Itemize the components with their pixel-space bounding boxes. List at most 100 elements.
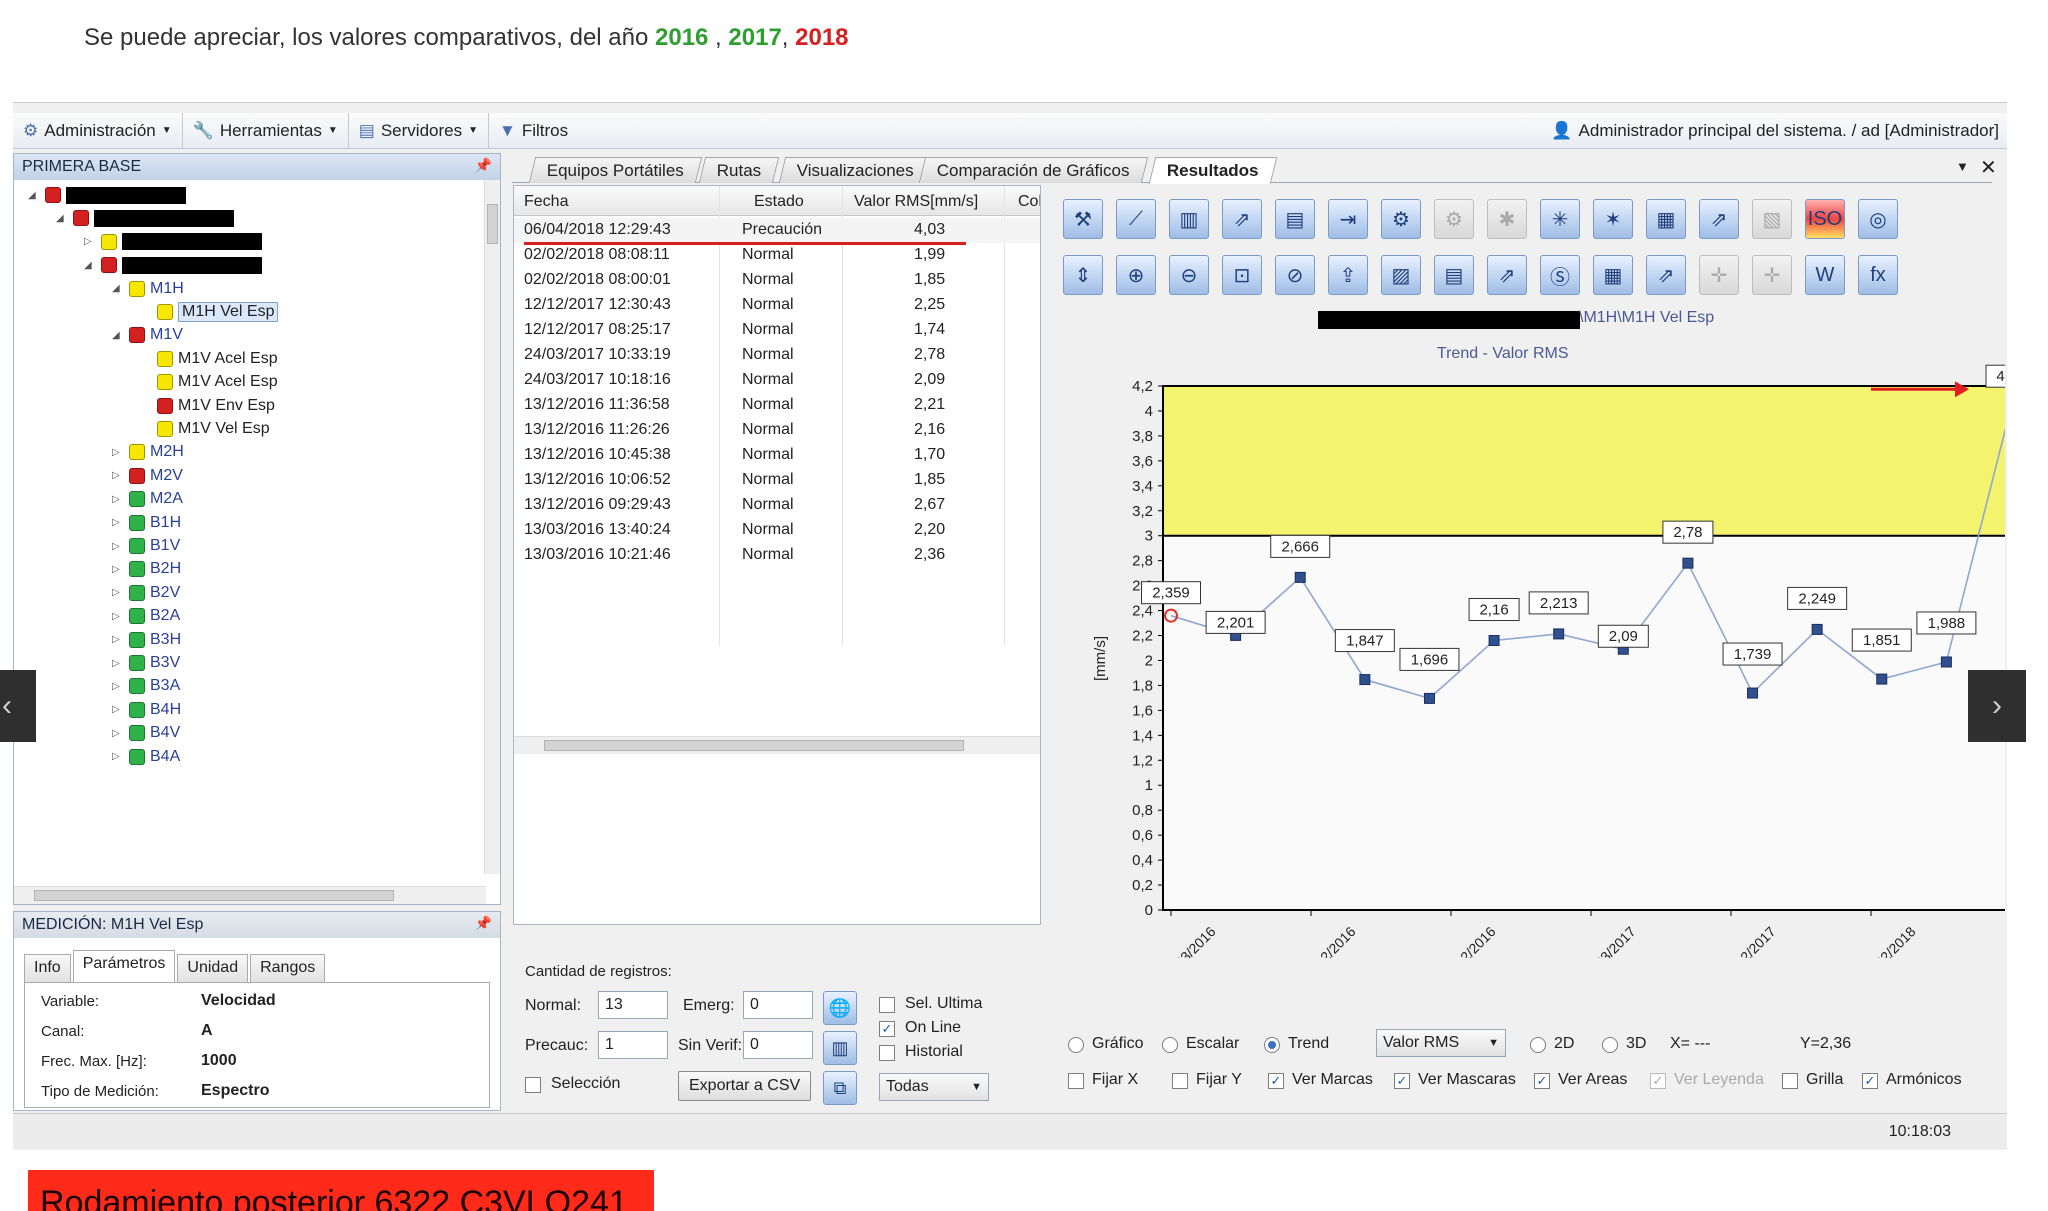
chart-tool-button[interactable]: ⇗ bbox=[1699, 199, 1739, 239]
tree-hscrollbar[interactable] bbox=[14, 886, 486, 904]
pin-icon[interactable]: 📌 bbox=[475, 915, 492, 932]
tree-node[interactable]: M1V Env Esp bbox=[140, 395, 275, 417]
chart-tool-button[interactable]: ⟋ bbox=[1116, 199, 1156, 239]
tree-node[interactable]: ▷ B4A bbox=[112, 746, 180, 768]
tree-node[interactable]: ▷ B3H bbox=[112, 629, 181, 651]
expand-arrow-icon[interactable]: ▷ bbox=[112, 751, 124, 762]
menu-filtros[interactable]: ▼ Filtros bbox=[489, 113, 578, 148]
table-row[interactable]: 24/03/2017 10:33:19 Normal 2,78 bbox=[514, 343, 1040, 368]
tree-node[interactable]: M1V Acel Esp bbox=[140, 371, 278, 393]
col-valor[interactable]: Valor RMS[mm/s] bbox=[854, 193, 978, 211]
2d-radio[interactable] bbox=[1530, 1037, 1546, 1053]
valor-rms-select[interactable]: Valor RMS ▼ bbox=[1376, 1029, 1506, 1057]
chart-tool-button[interactable]: ⇗ bbox=[1222, 199, 1262, 239]
table-row[interactable]: 06/04/2018 12:29:43 Precaución 4,03 bbox=[514, 218, 1040, 243]
expand-arrow-icon[interactable]: ▷ bbox=[112, 517, 124, 528]
expand-arrow-icon[interactable]: ▷ bbox=[112, 634, 124, 645]
expand-arrow-icon[interactable]: ▷ bbox=[112, 541, 124, 552]
globe-button[interactable]: 🌐 bbox=[823, 991, 857, 1025]
col-extra[interactable]: Col bbox=[1018, 193, 1040, 211]
col-estado[interactable]: Estado bbox=[754, 193, 804, 211]
expand-arrow-icon[interactable]: ▷ bbox=[112, 704, 124, 715]
tree-node[interactable]: ▷ B2A bbox=[112, 605, 180, 627]
emerg-count-field[interactable]: 0 bbox=[743, 991, 813, 1019]
tree-node[interactable]: M1H Vel Esp bbox=[140, 301, 279, 323]
chart-tool-button[interactable]: ⚙ bbox=[1434, 199, 1474, 239]
close-icon[interactable]: ✕ bbox=[1980, 155, 1997, 180]
chart-tool-button[interactable]: ⊡ bbox=[1222, 255, 1262, 295]
tab-rutas[interactable]: Rutas bbox=[698, 157, 780, 183]
chart-tool-button[interactable]: ISO bbox=[1805, 199, 1845, 239]
chart-tool-button[interactable]: Ⓢ bbox=[1540, 255, 1580, 295]
table-row[interactable]: 13/03/2016 13:40:24 Normal 2,20 bbox=[514, 518, 1040, 543]
chart-tool-button[interactable]: ✳ bbox=[1540, 199, 1580, 239]
scroll-thumb[interactable] bbox=[34, 890, 394, 901]
tab-equipos-port-tiles[interactable]: Equipos Portátiles bbox=[528, 157, 703, 183]
chart-tool-button[interactable]: ⚒ bbox=[1063, 199, 1103, 239]
historial-checkbox[interactable] bbox=[879, 1045, 895, 1061]
table-row[interactable]: 13/12/2016 09:29:43 Normal 2,67 bbox=[514, 493, 1040, 518]
chart-tool-button[interactable]: W bbox=[1805, 255, 1845, 295]
current-user[interactable]: 👤 Administrador principal del sistema. / … bbox=[1551, 121, 1999, 141]
chart-tool-button[interactable]: ▨ bbox=[1381, 255, 1421, 295]
grid-hscrollbar[interactable] bbox=[514, 736, 1040, 754]
chart-tool-button[interactable]: fx bbox=[1858, 255, 1898, 295]
3d-radio[interactable] bbox=[1602, 1037, 1618, 1053]
ver-mascaras-checkbox[interactable]: ✓ bbox=[1394, 1073, 1410, 1089]
tree-node[interactable]: ▷ M2H bbox=[112, 441, 184, 463]
data-point[interactable] bbox=[1682, 557, 1694, 569]
tree-node[interactable]: ▷B5H bbox=[112, 769, 181, 770]
seleccion-checkbox[interactable] bbox=[525, 1077, 541, 1093]
tree-node[interactable]: ▷ B2H bbox=[112, 558, 181, 580]
todas-select[interactable]: Todas ▼ bbox=[879, 1073, 989, 1101]
ver-areas-checkbox[interactable]: ✓ bbox=[1534, 1073, 1550, 1089]
expand-arrow-icon[interactable]: ▷ bbox=[112, 658, 124, 669]
next-slide-button[interactable]: › bbox=[1968, 670, 2026, 742]
collapse-arrow-icon[interactable]: ◢ bbox=[112, 283, 124, 294]
chart-tool-button[interactable]: ▤ bbox=[1434, 255, 1474, 295]
medicion-tab[interactable]: Rangos bbox=[250, 954, 326, 982]
ver-leyenda-checkbox[interactable]: ✓ bbox=[1650, 1073, 1666, 1089]
tree-node[interactable]: ◢ M1H bbox=[112, 278, 184, 300]
medicion-tab[interactable]: Unidad bbox=[177, 954, 249, 982]
medicion-tab[interactable]: Parámetros bbox=[72, 950, 176, 982]
data-point[interactable] bbox=[1876, 673, 1888, 685]
data-point[interactable] bbox=[1423, 692, 1435, 704]
table-row[interactable]: 13/12/2016 11:36:58 Normal 2,21 bbox=[514, 393, 1040, 418]
tree-node[interactable]: ▷ B4V bbox=[112, 722, 180, 744]
exportar-csv-button[interactable]: Exportar a CSV bbox=[678, 1071, 812, 1101]
tree-node[interactable]: ▷ B3A bbox=[112, 675, 180, 697]
precauc-count-field[interactable]: 1 bbox=[598, 1031, 668, 1059]
tab-resultados[interactable]: Resultados bbox=[1148, 157, 1278, 184]
collapse-arrow-icon[interactable]: ◢ bbox=[56, 213, 68, 224]
tab-dropdown-icon[interactable]: ▼ bbox=[1956, 159, 1969, 174]
normal-count-field[interactable]: 13 bbox=[598, 991, 668, 1019]
chart-tool-button[interactable]: ⇪ bbox=[1328, 255, 1368, 295]
expand-arrow-icon[interactable]: ▷ bbox=[112, 494, 124, 505]
expand-arrow-icon[interactable]: ▷ bbox=[84, 236, 96, 247]
tree-node[interactable]: ◢ bbox=[56, 207, 234, 229]
armonicos-checkbox[interactable]: ✓ bbox=[1862, 1073, 1878, 1089]
table-row[interactable]: 13/03/2016 10:21:46 Normal 2,36 bbox=[514, 543, 1040, 568]
table-row[interactable]: 24/03/2017 10:18:16 Normal 2,09 bbox=[514, 368, 1040, 393]
tree-node[interactable]: M1V Acel Esp bbox=[140, 348, 278, 370]
menu-servidores[interactable]: ▤ Servidores ▼ bbox=[349, 113, 490, 148]
chart-tool-button[interactable]: ▤ bbox=[1275, 199, 1315, 239]
tree-node[interactable]: ◢ bbox=[28, 184, 186, 206]
tab-comparaci-n-de-gr-ficos[interactable]: Comparación de Gráficos bbox=[918, 157, 1149, 183]
pin-icon[interactable]: 📌 bbox=[475, 157, 492, 174]
tree-vscrollbar[interactable] bbox=[484, 180, 500, 874]
tree-node[interactable]: ◢ bbox=[84, 254, 262, 276]
tree-node[interactable]: ▷ B1V bbox=[112, 535, 180, 557]
expand-arrow-icon[interactable]: ▷ bbox=[112, 681, 124, 692]
chart-tool-button[interactable]: ✛ bbox=[1699, 255, 1739, 295]
prev-slide-button[interactable]: ‹ bbox=[0, 670, 36, 742]
tree-node[interactable]: ▷ M2V bbox=[112, 465, 183, 487]
tab-visualizaciones[interactable]: Visualizaciones bbox=[778, 157, 933, 183]
data-point[interactable] bbox=[1747, 687, 1759, 699]
data-point[interactable] bbox=[1488, 635, 1500, 647]
chart-tool-button[interactable]: ◎ bbox=[1858, 199, 1898, 239]
data-point[interactable] bbox=[1359, 674, 1371, 686]
chart-tool-button[interactable]: ⇥ bbox=[1328, 199, 1368, 239]
tree-node[interactable]: ▷ B3V bbox=[112, 652, 180, 674]
